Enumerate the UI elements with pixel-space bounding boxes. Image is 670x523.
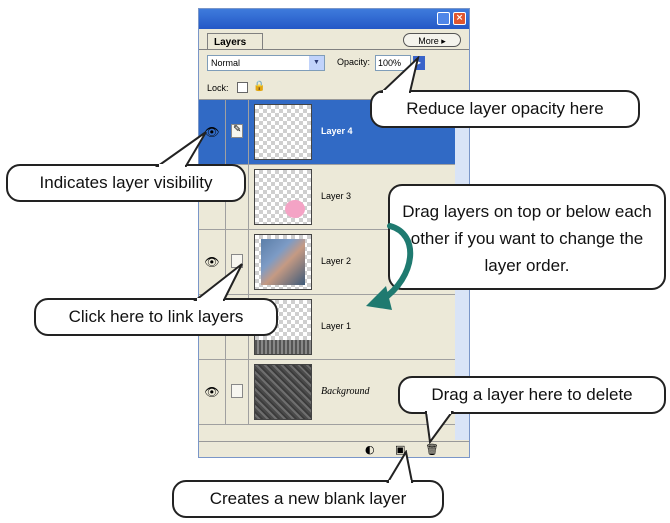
minimize-icon[interactable] bbox=[437, 12, 450, 25]
lock-transparency-checkbox[interactable] bbox=[237, 82, 248, 93]
callout-delete-text: Drag a layer here to delete bbox=[431, 385, 633, 404]
layer-thumbnail bbox=[254, 104, 312, 160]
tab-layers[interactable]: Layers bbox=[207, 33, 263, 50]
callout-new-layer-text: Creates a new blank layer bbox=[209, 489, 407, 508]
callout-delete: Drag a layer here to delete bbox=[398, 376, 666, 414]
chevron-down-icon[interactable]: ▼ bbox=[309, 56, 324, 70]
close-icon[interactable]: × bbox=[453, 12, 466, 25]
callout-link-text: Click here to link layers bbox=[68, 307, 244, 326]
callout-link-tail bbox=[193, 263, 243, 302]
trash-icon[interactable]: 🗑 bbox=[425, 443, 439, 456]
callout-visibility-text: Indicates layer visibility bbox=[39, 173, 213, 192]
photo-thumbnail bbox=[261, 239, 305, 285]
pink-shape bbox=[285, 200, 305, 218]
callout-new-layer-tail bbox=[386, 450, 414, 484]
callout-visibility: Indicates layer visibility bbox=[6, 164, 246, 202]
play-icon: ▸ bbox=[441, 36, 446, 46]
blend-mode-value: Normal bbox=[211, 58, 241, 68]
tab-divider bbox=[199, 49, 469, 50]
opacity-label: Opacity: bbox=[337, 57, 371, 67]
reorder-arrow-icon bbox=[366, 223, 414, 310]
layer-name: Layer 2 bbox=[321, 256, 352, 266]
layer-name: Layer 1 bbox=[321, 321, 352, 331]
adjustment-layer-icon[interactable]: ◐ bbox=[365, 443, 375, 456]
callout-opacity-text: Reduce layer opacity here bbox=[406, 99, 604, 118]
link-layers-box[interactable] bbox=[231, 384, 243, 398]
more-button-label: More bbox=[418, 36, 439, 46]
layer-name: Background bbox=[321, 386, 370, 397]
callout-opacity: Reduce layer opacity here bbox=[370, 90, 640, 128]
layer-thumbnail bbox=[254, 169, 312, 225]
layer-thumbnail bbox=[254, 364, 312, 420]
callout-drag-reorder-text: Drag layers on top or below each other i… bbox=[402, 202, 652, 275]
lock-icon[interactable]: 🔒 bbox=[253, 81, 265, 92]
lock-label: Lock: bbox=[207, 83, 229, 93]
more-button[interactable]: More ▸ bbox=[403, 33, 461, 47]
layer-name: Layer 4 bbox=[321, 126, 353, 136]
callout-new-layer: Creates a new blank layer bbox=[172, 480, 444, 518]
callout-link: Click here to link layers bbox=[34, 298, 278, 336]
palette-titlebar[interactable]: × bbox=[199, 9, 469, 29]
callout-opacity-tail bbox=[379, 56, 420, 94]
layer-thumbnail bbox=[254, 234, 312, 290]
callout-visibility-tail bbox=[154, 131, 207, 168]
layer-name: Layer 3 bbox=[321, 191, 352, 201]
texture-strip bbox=[255, 340, 311, 354]
visibility-eye-icon[interactable]: 👁 bbox=[199, 360, 226, 424]
blend-mode-select[interactable]: Normal ▼ bbox=[207, 55, 325, 71]
callout-delete-tail bbox=[424, 410, 454, 444]
brush-icon: ✎ bbox=[231, 124, 243, 138]
link-cell[interactable] bbox=[226, 360, 249, 424]
link-cell[interactable]: ✎ bbox=[226, 100, 249, 164]
